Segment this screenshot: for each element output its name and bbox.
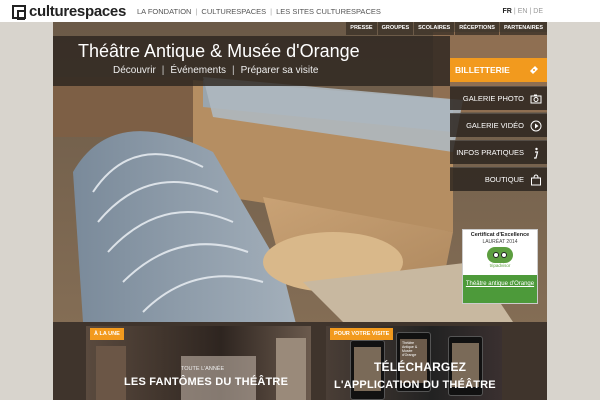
top-bar: culturespaces LA FONDATION | CULTURESPAC… (0, 0, 600, 22)
certificate-brand: tripadvisor (489, 263, 511, 268)
secnav-receptions[interactable]: RÉCEPTIONS (455, 22, 499, 35)
boutique-button[interactable]: BOUTIQUE (450, 167, 547, 191)
play-icon (530, 120, 542, 131)
site-title: Théâtre Antique & Musée d'Orange (78, 41, 360, 61)
title-banner: Théâtre Antique & Musée d'Orange Découvr… (53, 36, 450, 86)
phone-caption: Théâtre Antique & Musée d'Orange (402, 341, 418, 357)
left-background-band (0, 22, 53, 400)
logo-text: culturespaces (29, 3, 126, 20)
nav-separator: | (195, 7, 198, 16)
nav-les-sites[interactable]: LES SITES CULTURESPACES (276, 7, 381, 16)
certificate-link[interactable]: Théâtre antique d'Orange (463, 275, 537, 303)
nav-la-fondation[interactable]: LA FONDATION (137, 7, 191, 16)
application-headline: L'APPLICATION DU THÉÂTRE (334, 379, 496, 391)
billetterie-button[interactable]: BILLETTERIE (450, 58, 547, 82)
ticket-icon (530, 66, 538, 74)
lang-de[interactable]: DE (533, 8, 543, 15)
infos-pratiques-label: INFOS PRATIQUES (456, 148, 524, 157)
language-switcher: FR | EN | DE (502, 8, 543, 15)
a-la-une-panel[interactable]: À LA UNE TOUTE L'ANNÉE LES FANTÔMES DU T… (86, 326, 311, 400)
certificate-title: Certificat d'Excellence (470, 232, 530, 238)
galerie-video-button[interactable]: GALERIE VIDÉO (450, 113, 547, 137)
boutique-label: BOUTIQUE (484, 175, 524, 184)
a-la-une-tag: À LA UNE (90, 328, 124, 340)
a-la-une-headline: LES FANTÔMES DU THÉÂTRE (124, 376, 289, 388)
subnav-evenements[interactable]: Événements (170, 65, 226, 76)
nav-culturespaces[interactable]: CULTURESPACES (201, 7, 266, 16)
secnav-partenaires[interactable]: PARTENAIRES (499, 22, 547, 35)
galerie-photo-label: GALERIE PHOTO (462, 94, 524, 103)
side-menu: BILLETTERIE GALERIE PHOTO GALERIE VIDÉO … (450, 58, 547, 194)
culturespaces-logo[interactable]: culturespaces (12, 3, 126, 20)
billetterie-label: BILLETTERIE (455, 65, 510, 75)
galerie-video-label: GALERIE VIDÉO (466, 121, 524, 130)
secondary-nav: PRESSE GROUPES SCOLAIRES RÉCEPTIONS PART… (345, 22, 547, 35)
hero: PRESSE GROUPES SCOLAIRES RÉCEPTIONS PART… (53, 22, 547, 400)
site-subnav: Découvrir | Événements | Préparer sa vis… (113, 65, 319, 76)
pour-votre-visite-tag: POUR VOTRE VISITE (330, 328, 394, 340)
a-la-une-kicker: TOUTE L'ANNÉE (181, 366, 225, 372)
galerie-photo-button[interactable]: GALERIE PHOTO (450, 86, 547, 110)
secnav-presse[interactable]: PRESSE (346, 22, 377, 35)
tripadvisor-certificate[interactable]: Certificat d'Excellence LAURÉAT 2014 tri… (462, 229, 538, 304)
subnav-preparer[interactable]: Préparer sa visite (241, 65, 319, 76)
telechargez-headline: TÉLÉCHARGEZ (374, 360, 467, 374)
bottom-panels: À LA UNE TOUTE L'ANNÉE LES FANTÔMES DU T… (53, 326, 547, 400)
lang-en[interactable]: EN (518, 8, 528, 15)
camera-icon (530, 94, 542, 103)
secnav-groupes[interactable]: GROUPES (377, 22, 414, 35)
info-icon (534, 147, 539, 159)
top-nav: LA FONDATION | CULTURESPACES | LES SITES… (137, 7, 381, 16)
nav-separator: | (270, 7, 273, 16)
tripadvisor-owl-icon (487, 247, 513, 263)
right-background-band (547, 22, 600, 400)
lang-fr[interactable]: FR (503, 8, 512, 15)
subnav-decouvrir[interactable]: Découvrir (113, 65, 156, 76)
logo-mark-icon (12, 4, 26, 20)
infos-pratiques-button[interactable]: INFOS PRATIQUES (450, 140, 547, 164)
application-panel[interactable]: Théâtre Antique & Musée d'Orange POUR VO… (326, 326, 502, 400)
shop-icon (531, 173, 541, 185)
certificate-subtitle: LAURÉAT 2014 (482, 239, 518, 245)
secnav-scolaires[interactable]: SCOLAIRES (414, 22, 455, 35)
